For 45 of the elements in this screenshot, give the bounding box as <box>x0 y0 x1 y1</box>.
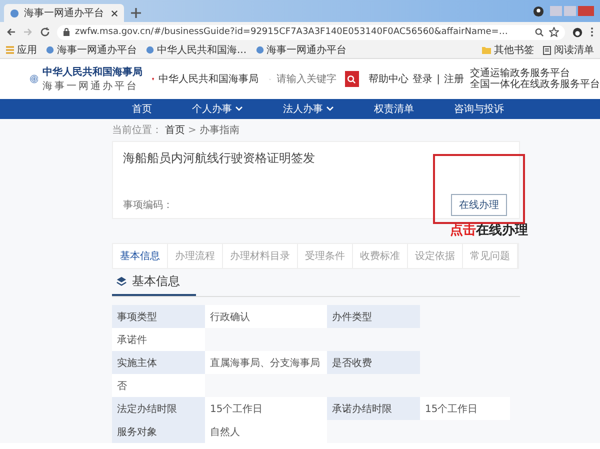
value-cell: 否 <box>112 374 205 397</box>
location-selector[interactable]: 中华人民共和国海事局 <box>158 72 259 86</box>
breadcrumb-label: 当前位置： <box>112 124 162 137</box>
bookmark[interactable]: 阅读清单 <box>543 43 594 57</box>
label-cell: 事项类型 <box>112 305 205 328</box>
label-cell: 是否收费 <box>327 351 420 374</box>
label-cell: 法定办结时限 <box>112 397 205 420</box>
value-cell: 15个工作日 <box>420 397 510 420</box>
platform-name: 海事一网通办平台 <box>42 80 140 93</box>
bookmark[interactable]: 其他书签 <box>482 43 534 57</box>
item-code-label: 事项编码： <box>123 198 174 212</box>
portal-link[interactable]: 交通运输政务服务平台 <box>470 68 600 79</box>
register-link[interactable]: 注册 <box>444 72 464 86</box>
section-title: 基本信息 <box>132 273 180 290</box>
breadcrumb-separator: > <box>188 124 196 136</box>
help-link[interactable]: 帮助中心 <box>368 72 409 86</box>
bookmark[interactable]: 应用 <box>6 43 37 57</box>
nav-item[interactable]: 首页 <box>132 102 152 116</box>
bookmark[interactable]: 海事一网通办平台 <box>256 43 347 57</box>
login-link[interactable]: 登录 <box>412 72 433 86</box>
nav-item[interactable]: 法人办事 <box>283 102 334 116</box>
guide-title: 海船船员内河航线行驶资格证明签发 <box>123 150 315 167</box>
bookmark[interactable]: 中华人民共和国海... <box>146 43 247 57</box>
nav-item[interactable]: 权责清单 <box>374 102 414 116</box>
separator: | <box>436 74 440 84</box>
portal-link[interactable]: 全国一体化在线政务服务平台 <box>470 79 600 90</box>
browser-tab[interactable]: 海事一网通办平台 <box>4 4 124 22</box>
value-cell: 15个工作日 <box>205 397 327 420</box>
value-cell: 承诺件 <box>112 328 205 351</box>
nav-item[interactable]: 咨询与投诉 <box>454 102 504 116</box>
org-name: 中华人民共和国海事局 <box>42 66 142 79</box>
online-apply-button[interactable]: 在线办理 <box>451 194 507 216</box>
label-cell: 办件类型 <box>327 305 420 328</box>
label-cell: 服务对象 <box>112 420 205 443</box>
breadcrumb-link[interactable]: 首页 <box>165 123 185 137</box>
address-bar[interactable]: zwfw.msa.gov.cn/#/businessGuide?id=92915CF7A3A3F140E053140F0AC56560&affairName=… <box>57 24 565 40</box>
nav-item[interactable]: 个人办事 <box>192 102 243 116</box>
label-cell: 实施主体 <box>112 351 205 374</box>
value-cell: 直属海事局、分支海事局 <box>205 351 327 374</box>
breadcrumb-link[interactable]: 办事指南 <box>199 123 240 137</box>
callout-text: 点击在线办理 <box>450 222 528 239</box>
bookmark[interactable]: 海事一网通办平台 <box>46 43 137 57</box>
value-cell: 行政确认 <box>205 305 327 328</box>
value-cell: 自然人 <box>205 420 327 443</box>
label-cell: 承诺办结时限 <box>327 397 420 420</box>
